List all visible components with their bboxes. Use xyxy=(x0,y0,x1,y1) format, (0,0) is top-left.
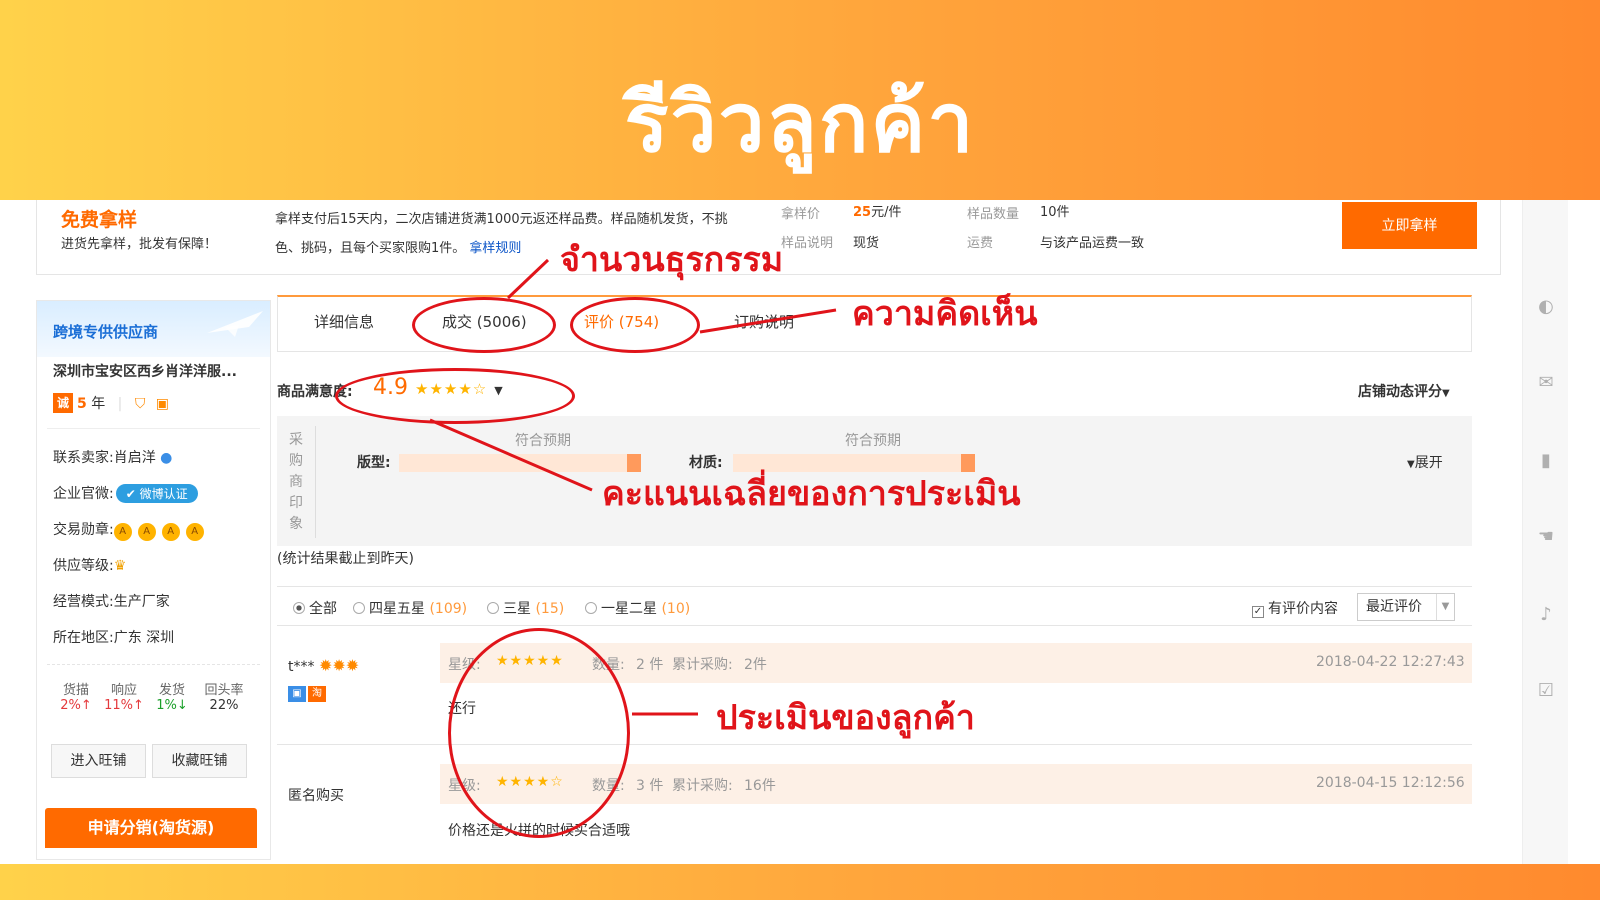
bottom-strip xyxy=(0,864,1600,900)
annotation-ellipse xyxy=(412,297,556,353)
annotation-average-score: คะแนนเฉลี่ยของการประเมิน xyxy=(602,474,1021,514)
annotation-ellipse xyxy=(335,368,575,424)
screenshot-area: 免费拿样 进货先拿样，批发有保障！ 拿样支付后15天内，二次店铺进货满1000元… xyxy=(0,200,1600,864)
annotation-lines xyxy=(429,258,837,716)
title-banner: รีวิวลูกค้า xyxy=(0,0,1600,200)
annotation-comments: ความคิดเห็น xyxy=(852,294,1038,334)
annotation-ellipse xyxy=(448,628,630,838)
annotation-transactions: จำนวนธุรกรรม xyxy=(560,240,784,280)
annotation-ellipse xyxy=(570,297,700,353)
annotation-customer-review: ประเมินของลูกค้า xyxy=(716,698,975,738)
banner-title: รีวิวลูกค้า xyxy=(624,76,976,171)
